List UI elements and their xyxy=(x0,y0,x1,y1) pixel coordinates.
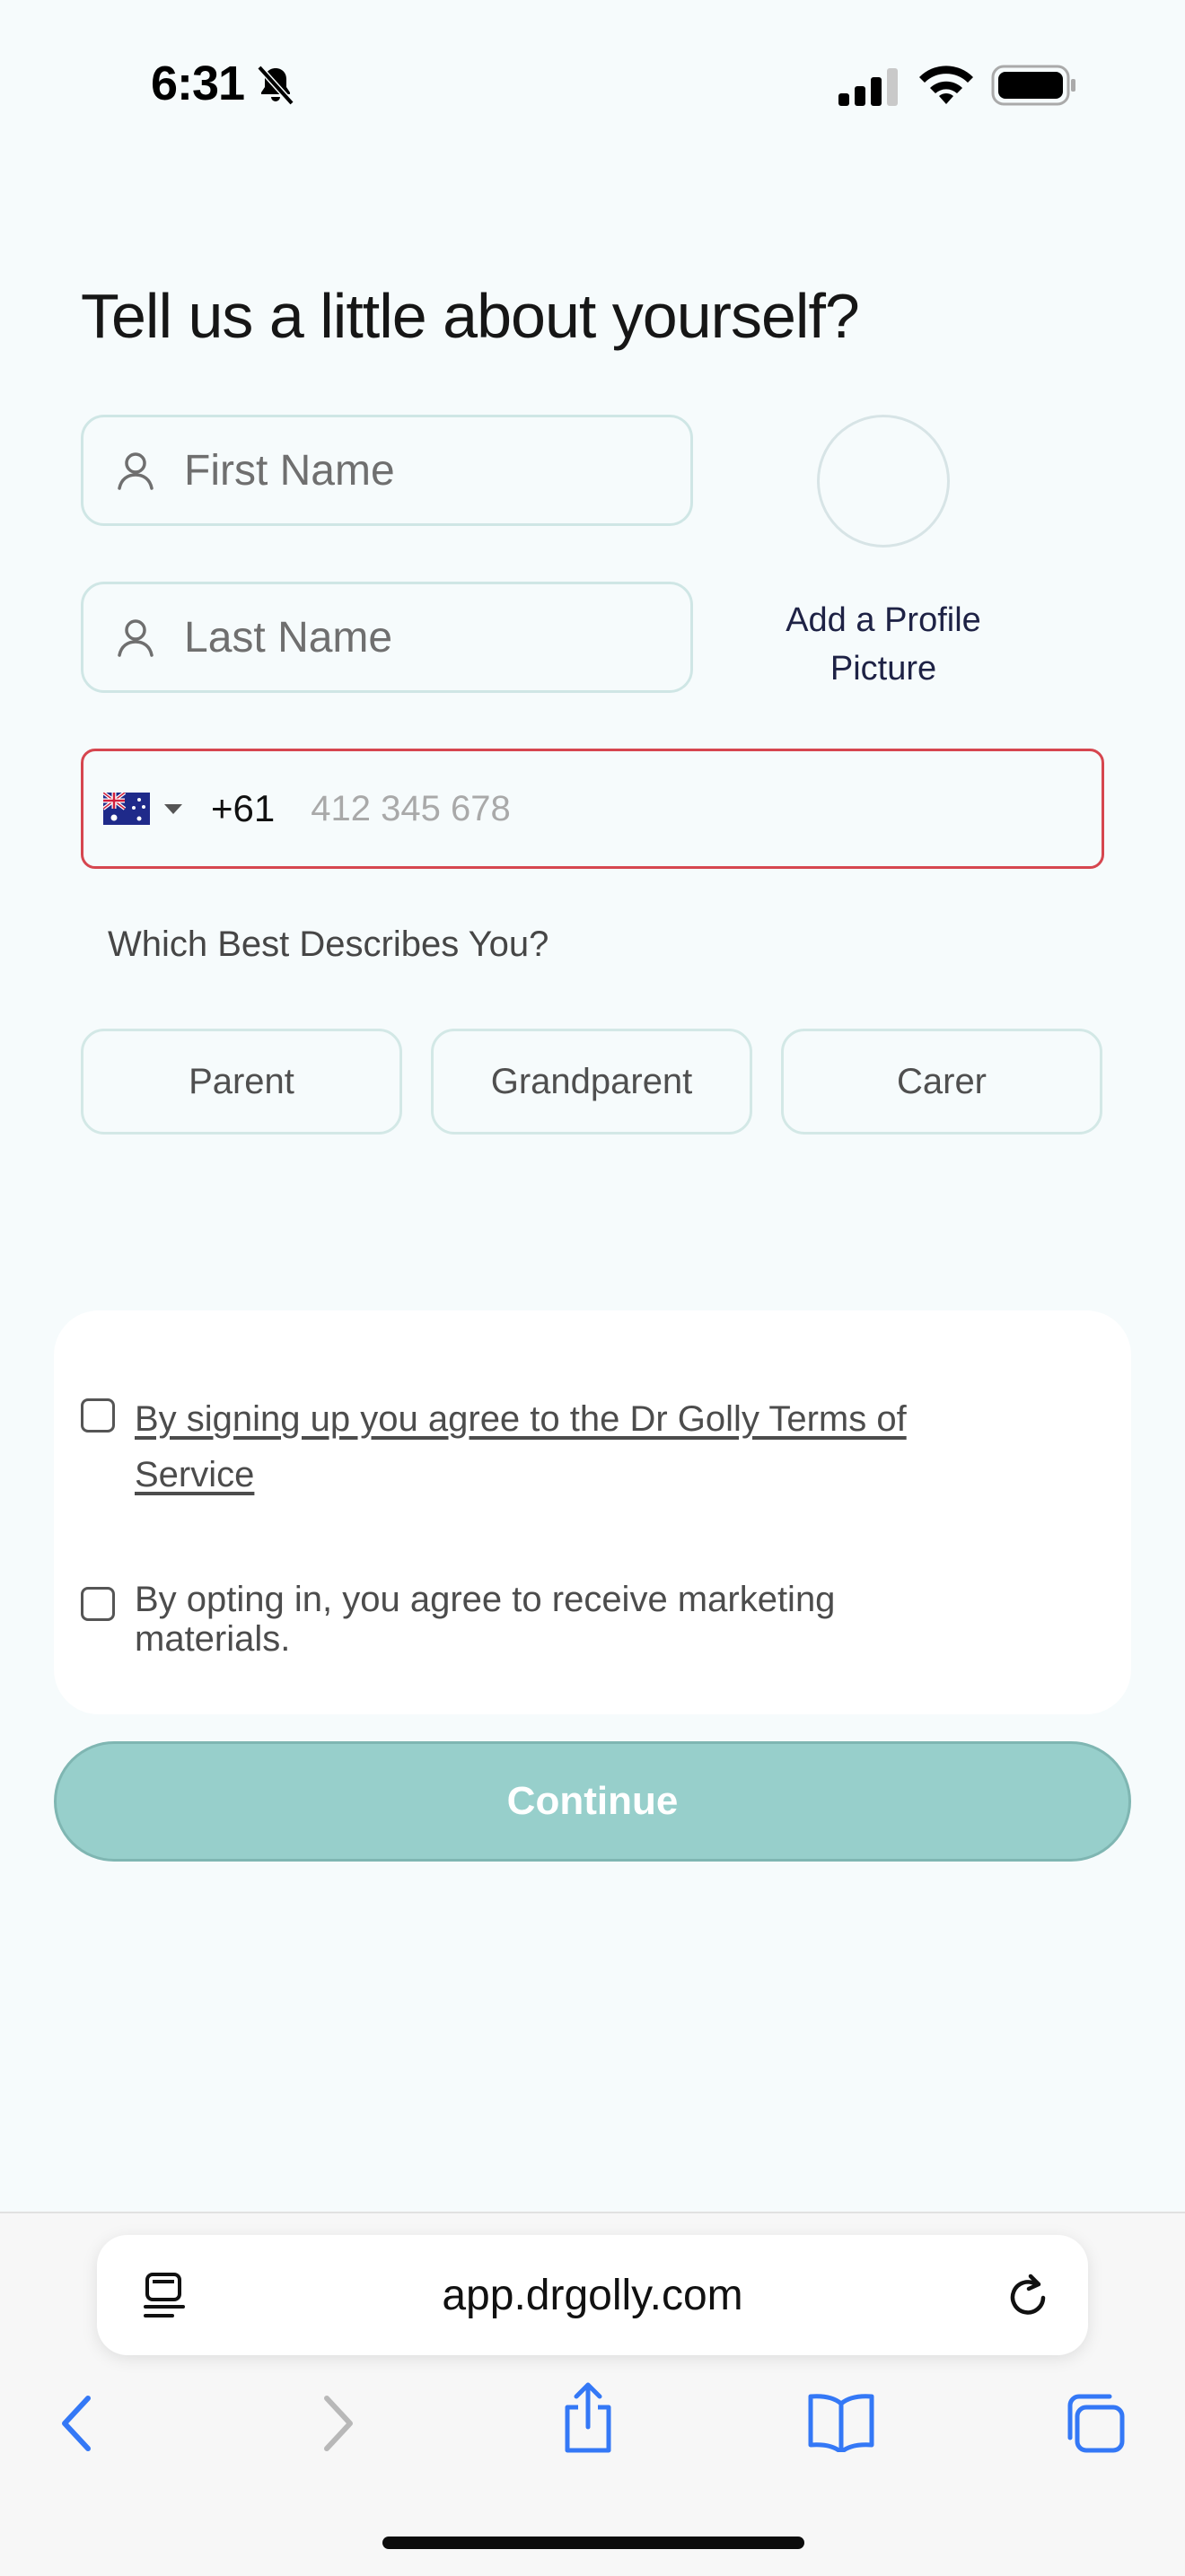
back-icon[interactable] xyxy=(57,2391,97,2456)
person-icon xyxy=(118,619,154,657)
option-parent[interactable]: Parent xyxy=(81,1029,402,1135)
marketing-text[interactable]: By opting in, you agree to receive marke… xyxy=(135,1580,1086,1659)
profile-caption-line2: Picture xyxy=(830,650,937,688)
first-name-field[interactable]: First Name xyxy=(81,415,693,526)
status-time: 6:31 xyxy=(151,57,245,110)
terms-line2[interactable]: Service xyxy=(135,1447,1086,1503)
person-icon xyxy=(118,452,154,490)
terms-checkbox[interactable] xyxy=(81,1398,115,1433)
continue-button[interactable]: Continue xyxy=(54,1741,1131,1862)
profile-caption-line1: Add a Profile xyxy=(786,601,981,639)
option-grandparent[interactable]: Grandparent xyxy=(431,1029,752,1135)
bell-slash-icon xyxy=(257,65,294,106)
phone-field: +61 xyxy=(81,749,1104,869)
share-icon[interactable] xyxy=(558,2380,618,2456)
describe-label: Which Best Describes You? xyxy=(108,924,549,964)
terms-text[interactable]: By signing up you agree to the Dr Golly … xyxy=(135,1391,1086,1503)
page-menu-icon[interactable] xyxy=(142,2271,187,2321)
dial-code: +61 xyxy=(211,787,276,829)
bookmarks-icon[interactable] xyxy=(806,2391,876,2452)
phone-input[interactable] xyxy=(309,787,1085,830)
wifi-icon xyxy=(919,66,973,104)
marketing-checkbox[interactable] xyxy=(81,1587,115,1621)
chevron-down-icon[interactable] xyxy=(164,803,182,814)
page-title: Tell us a little about yourself? xyxy=(81,281,860,351)
cellular-signal-icon xyxy=(838,68,898,106)
address-bar[interactable]: app.drgolly.com xyxy=(97,2235,1088,2355)
marketing-line2: materials. xyxy=(135,1619,291,1659)
first-name-placeholder: First Name xyxy=(184,446,395,495)
australia-flag-icon[interactable] xyxy=(103,793,150,825)
tabs-icon[interactable] xyxy=(1061,2391,1128,2456)
forward-icon[interactable] xyxy=(318,2391,357,2456)
option-carer[interactable]: Carer xyxy=(781,1029,1102,1135)
marketing-line1: By opting in, you agree to receive marke… xyxy=(135,1580,836,1619)
profile-picture-caption[interactable]: Add a Profile Picture xyxy=(759,596,1007,693)
url-text: app.drgolly.com xyxy=(442,2271,743,2319)
reload-icon[interactable] xyxy=(1004,2269,1054,2323)
battery-icon xyxy=(991,65,1075,106)
profile-picture-upload[interactable] xyxy=(817,415,950,548)
terms-line1[interactable]: By signing up you agree to the Dr Golly … xyxy=(135,1391,1086,1447)
last-name-field[interactable]: Last Name xyxy=(81,582,693,693)
last-name-placeholder: Last Name xyxy=(184,613,393,662)
home-indicator xyxy=(382,2537,804,2549)
